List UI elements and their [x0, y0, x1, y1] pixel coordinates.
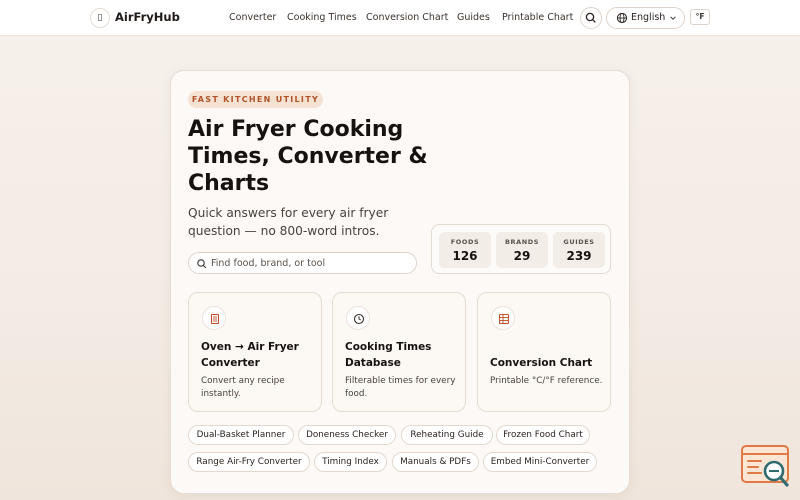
feature-title: Cooking Times Database: [345, 341, 432, 369]
eyebrow-badge: FAST KITCHEN UTILITY: [188, 91, 323, 108]
nav-link-converter[interactable]: Converter: [229, 12, 276, 23]
search-input[interactable]: [211, 256, 411, 271]
browser-search-icon: [741, 445, 789, 487]
chip-manuals-pdfs[interactable]: Manuals & PDFs: [392, 452, 479, 472]
search-widget-button[interactable]: [741, 445, 791, 489]
feature-title: Oven → Air Fryer Converter: [201, 341, 299, 369]
globe-icon: [616, 12, 628, 24]
top-nav: ▯ AirFryHub Converter Cooking Times Conv…: [0, 0, 800, 36]
nav-link-printable-chart[interactable]: Printable Chart: [502, 12, 573, 23]
nav-link-cooking-times[interactable]: Cooking Times: [287, 12, 357, 23]
chip-range-air-fry-converter[interactable]: Range Air-Fry Converter: [188, 452, 310, 472]
chip-reheating-guide[interactable]: Reheating Guide: [401, 425, 493, 445]
feature-description: Convert any recipe instantly.: [201, 376, 285, 399]
feature-card-conversion-chart[interactable]: Conversion Chart Printable °C/°F referen…: [477, 292, 611, 412]
stat-label: GUIDES: [563, 238, 595, 246]
stat-brands: BRANDS 29: [496, 232, 548, 268]
search-icon: [585, 12, 596, 23]
chip-embed-mini-converter[interactable]: Embed Mini-Converter: [483, 452, 597, 472]
stat-label: BRANDS: [504, 238, 540, 246]
page-subtitle: Quick answers for every air fryer questi…: [188, 206, 389, 238]
stat-label: FOODS: [450, 238, 480, 246]
feature-description: Filterable times for every food.: [345, 376, 456, 399]
stats-panel: FOODS 126 BRANDS 29 GUIDES 239: [431, 224, 611, 274]
feature-card-converter[interactable]: Oven → Air Fryer Converter Convert any r…: [188, 292, 322, 412]
search-field[interactable]: [188, 252, 417, 274]
clock-icon: [346, 306, 370, 330]
chip-frozen-food-chart[interactable]: Frozen Food Chart: [496, 425, 590, 445]
search-button[interactable]: [580, 7, 602, 29]
stat-value: 29: [513, 249, 531, 263]
chevron-down-icon: [670, 16, 676, 20]
nav-link-guides[interactable]: Guides: [457, 12, 490, 23]
feature-description: Printable °C/°F reference.: [490, 376, 603, 386]
language-label: English: [631, 12, 666, 23]
feature-title: Conversion Chart: [490, 357, 593, 369]
stat-guides: GUIDES 239: [553, 232, 605, 268]
brand-name[interactable]: AirFryHub: [115, 10, 180, 24]
chip-dual-basket-planner[interactable]: Dual-Basket Planner: [188, 425, 294, 445]
table-icon: [491, 306, 515, 330]
unit-toggle-button[interactable]: °F: [690, 9, 710, 25]
logo-icon[interactable]: ▯: [90, 8, 110, 28]
page-title: Air Fryer Cooking Times, Converter & Cha…: [188, 117, 428, 196]
nav-link-conversion-chart[interactable]: Conversion Chart: [366, 12, 448, 23]
search-icon: [197, 259, 207, 269]
feature-card-cooking-times[interactable]: Cooking Times Database Filterable times …: [332, 292, 466, 412]
book-icon: [202, 306, 226, 330]
chip-doneness-checker[interactable]: Doneness Checker: [298, 425, 396, 445]
language-select[interactable]: English: [606, 7, 685, 29]
chip-timing-index[interactable]: Timing Index: [314, 452, 387, 472]
stat-value: 239: [566, 249, 592, 263]
stat-value: 126: [452, 249, 478, 263]
stat-foods: FOODS 126: [439, 232, 491, 268]
